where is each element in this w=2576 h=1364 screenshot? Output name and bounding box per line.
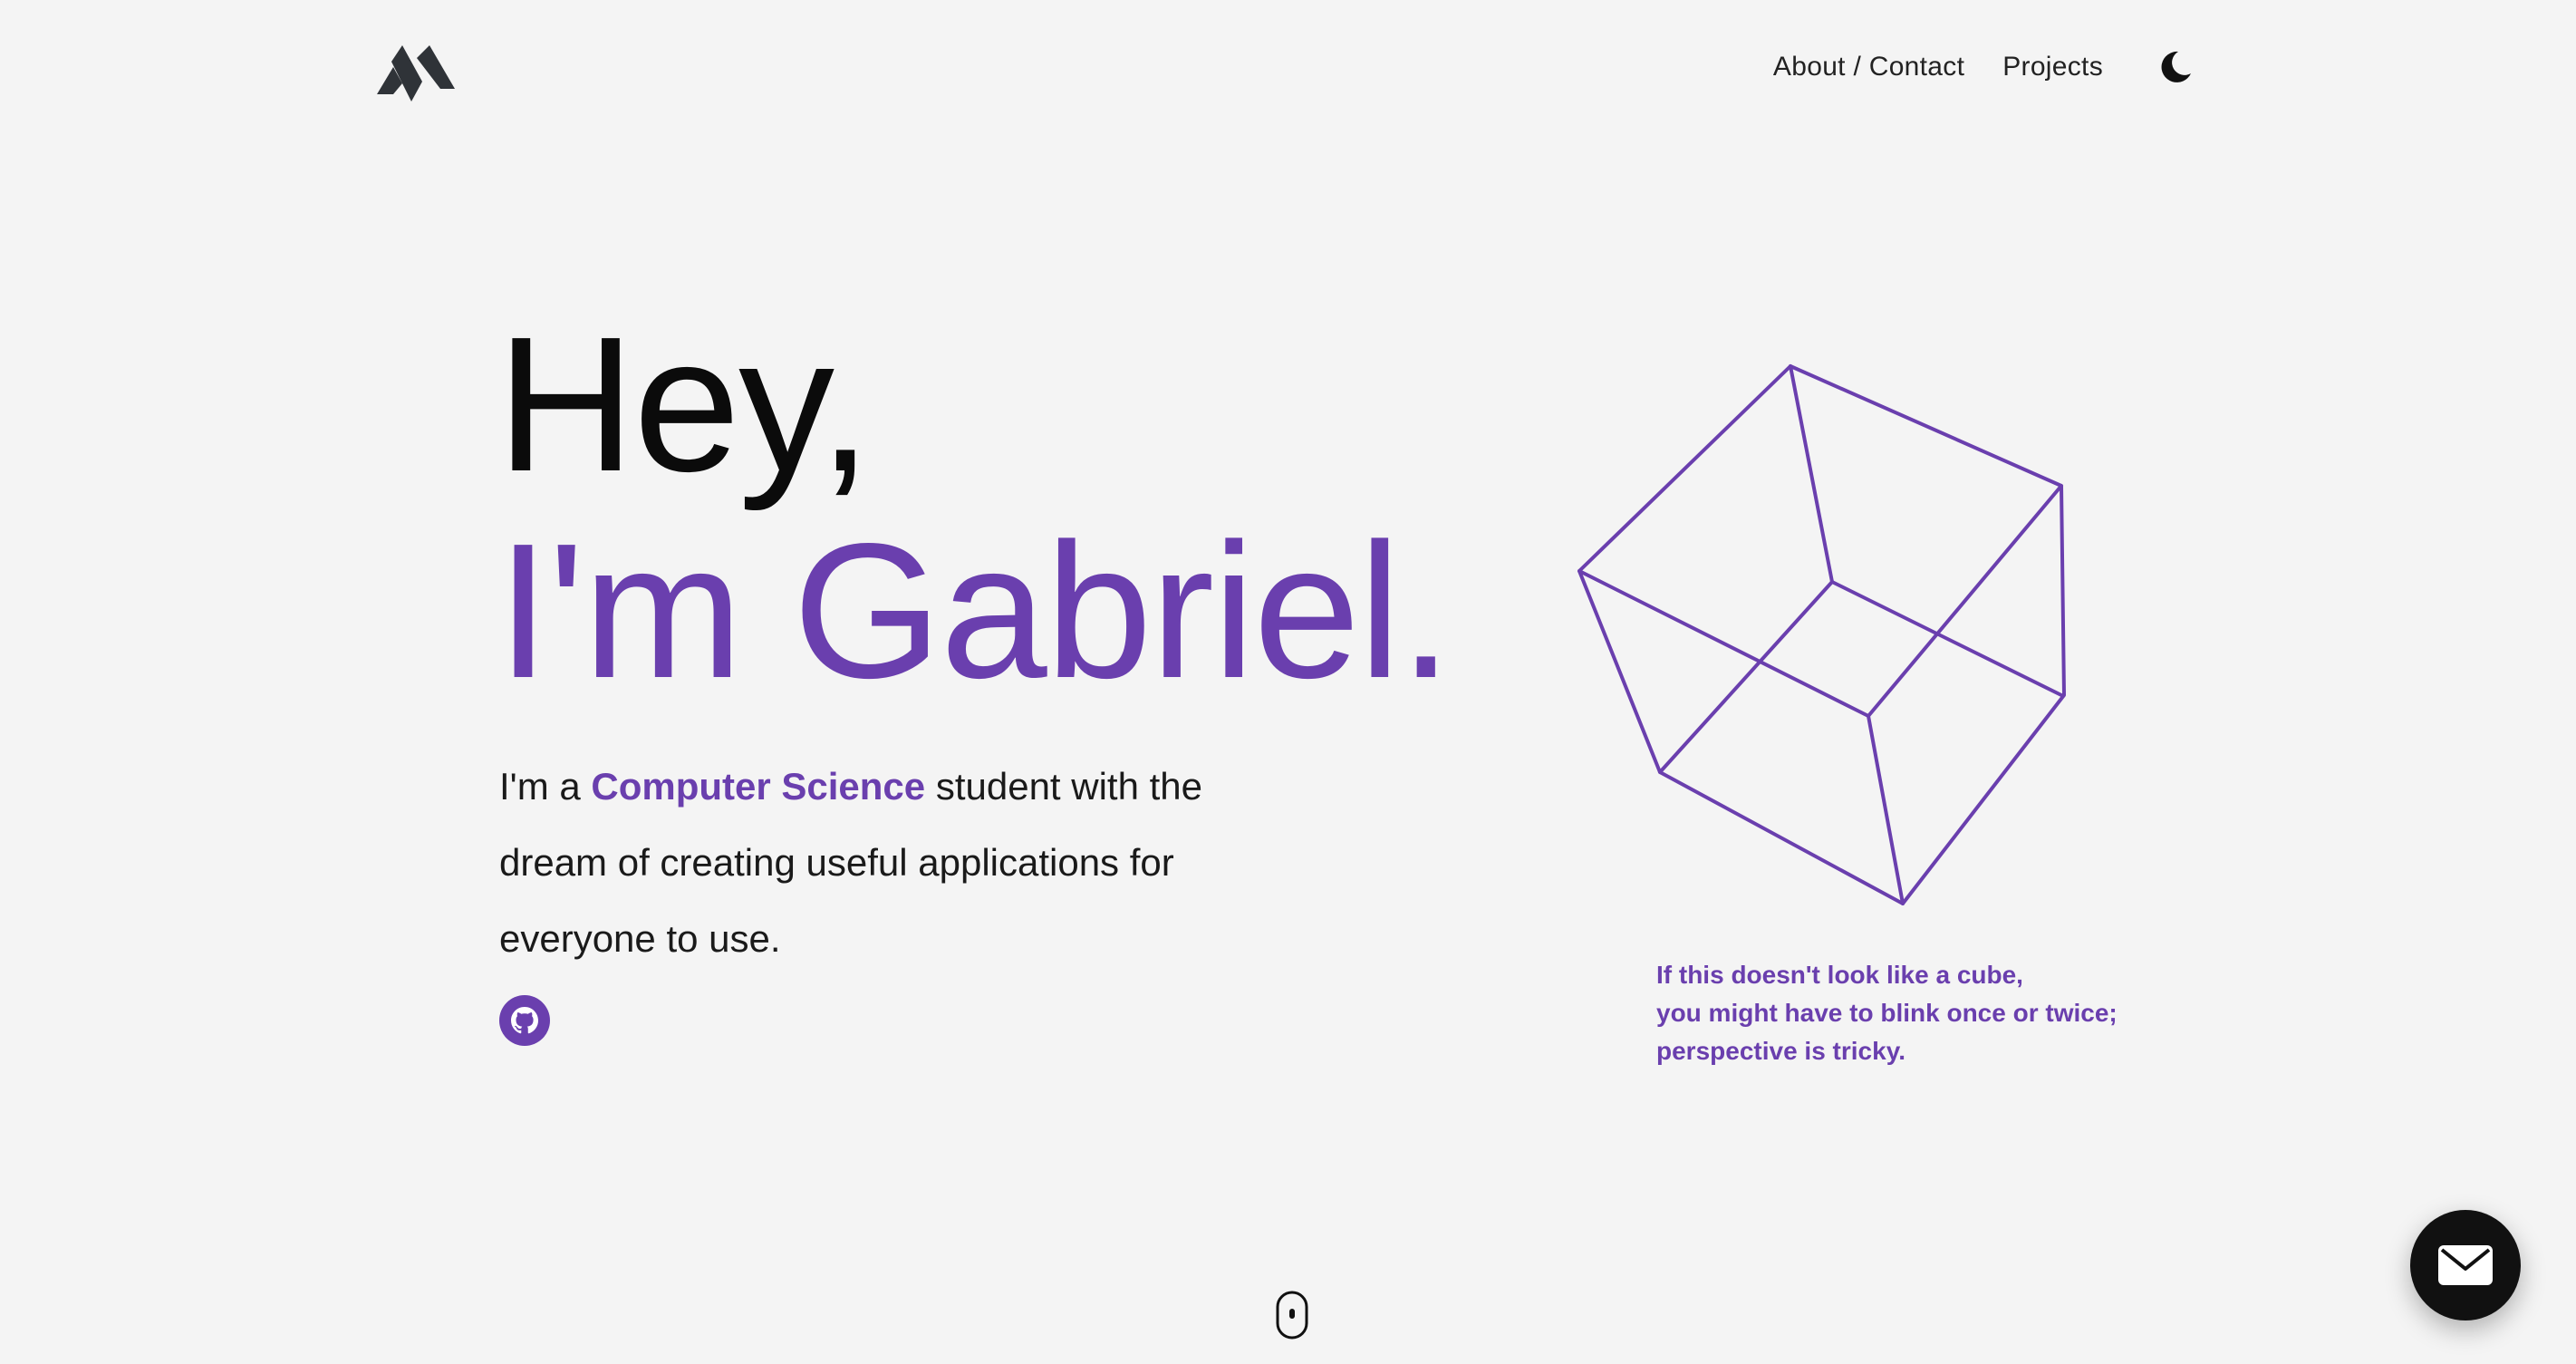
nav-projects[interactable]: Projects (2002, 52, 2103, 82)
intro-highlight: Computer Science (591, 765, 926, 808)
theme-toggle-button[interactable] (2156, 47, 2195, 87)
site-logo[interactable] (375, 42, 457, 105)
mountain-logo-icon (377, 45, 455, 102)
cube-caption-line: you might have to blink once or twice; (1656, 999, 2118, 1027)
nav-about-contact[interactable]: About / Contact (1773, 52, 1964, 82)
mouse-scroll-icon (1276, 1291, 1308, 1340)
cube-caption: If this doesn't look like a cube, you mi… (1656, 956, 2200, 1070)
hero-name: I'm Gabriel. (497, 503, 1452, 718)
wireframe-cube (1577, 364, 2066, 905)
github-button[interactable] (499, 995, 550, 1046)
contact-button[interactable] (2410, 1210, 2521, 1320)
cube-caption-line: perspective is tricky. (1656, 1037, 1905, 1065)
scroll-down-indicator[interactable] (1276, 1291, 1308, 1340)
cube-caption-line: If this doesn't look like a cube, (1656, 961, 2023, 989)
moon-icon (2161, 51, 2191, 82)
intro-prefix: I'm a (499, 765, 592, 808)
page: About / Contact Projects Hey, I'm Gabrie… (0, 0, 2576, 1364)
intro-paragraph: I'm a Computer Science student with the … (499, 749, 1242, 977)
main-nav: About / Contact Projects (1773, 47, 2195, 87)
github-icon (511, 1007, 538, 1034)
envelope-icon (2438, 1245, 2493, 1285)
hero-greeting: Hey, (497, 296, 872, 511)
